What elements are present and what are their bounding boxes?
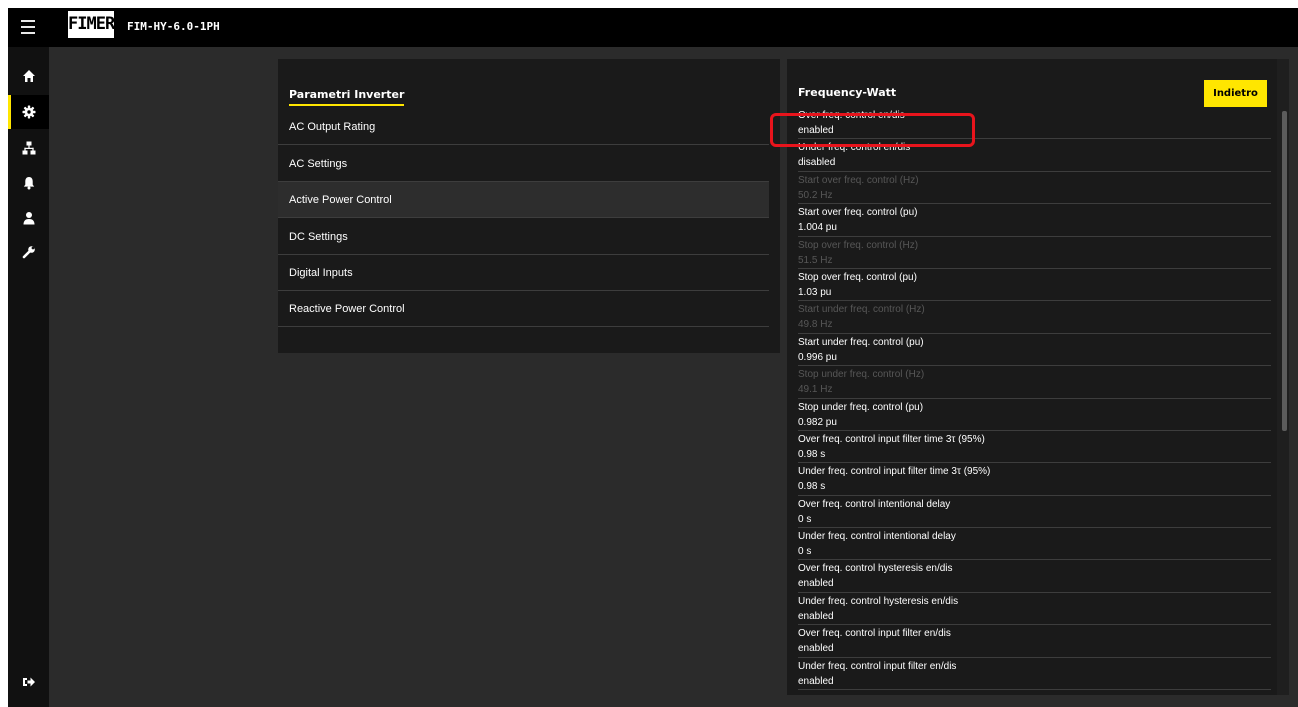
parameter-label: Stop under freq. control (Hz) [798, 369, 925, 381]
param-item-dc-settings[interactable]: DC Settings [278, 219, 769, 255]
user-icon [23, 212, 34, 225]
parameter-row[interactable]: Under freq. control input filter time 3τ… [798, 463, 1271, 496]
parameter-list: Over freq. control en/dis enabled Under fr… [798, 107, 1271, 691]
parameter-row[interactable]: Over freq. control hysteresis en/dis enab… [798, 560, 1271, 593]
fimer-logo: FIMER [68, 11, 115, 38]
parameter-row[interactable]: Start over freq. control (pu) 1.004 pu [798, 204, 1271, 237]
sidebar-item-tools[interactable] [8, 235, 49, 269]
sidebar-item-home[interactable] [8, 59, 49, 93]
parameter-label: Over freq. control hysteresis en/dis [798, 563, 953, 575]
back-button[interactable]: Indietro [1204, 80, 1267, 107]
parameter-value: 1.03 pu [798, 286, 832, 298]
parameter-label: Under freq. control hysteresis en/dis [798, 595, 959, 607]
param-item-ac-output-rating[interactable]: AC Output Rating [278, 109, 769, 145]
parameter-label: Stop under freq. control (pu) [798, 401, 924, 413]
parameter-label: Start under freq. control (Hz) [798, 304, 925, 316]
parameter-label: Over freq. control intentional delay [798, 498, 951, 510]
frequency-watt-panel: Frequency-Watt Indietro Over freq. contr… [787, 59, 1289, 695]
parameter-value: 0.982 pu [798, 416, 837, 428]
wrench-icon [22, 246, 35, 259]
parameter-label: Stop over freq. control (Hz) [798, 239, 919, 251]
highlight-annotation [770, 113, 975, 147]
parameter-value: enabled [798, 643, 834, 655]
parameter-value: 0 s [798, 546, 812, 558]
parameter-value: 0.98 s [798, 481, 826, 493]
parameter-row[interactable]: Over freq. control intentional delay 0 s [798, 496, 1271, 529]
param-item-reactive-power-control[interactable]: Reactive Power Control [278, 291, 769, 327]
param-item-active-power-control[interactable]: Active Power Control [278, 182, 769, 218]
sidebar-item-user[interactable] [8, 201, 49, 235]
parameter-row[interactable]: Over freq. control input filter time 3τ … [798, 431, 1271, 464]
parameter-value: 1.004 pu [798, 222, 837, 234]
sidebar-item-notifications[interactable] [8, 166, 49, 200]
sidebar-item-network[interactable] [8, 131, 49, 165]
parameter-value: 49.1 Hz [798, 384, 833, 396]
parameter-value: 49.8 Hz [798, 319, 833, 331]
home-icon [22, 70, 35, 82]
parameter-label: Start under freq. control (pu) [798, 336, 924, 348]
panel-title: Frequency-Watt [798, 86, 897, 99]
parameter-label: Under freq. control input filter en/dis [798, 660, 957, 672]
parameter-row[interactable]: Stop under freq. control (pu) 0.982 pu [798, 399, 1271, 431]
parameter-label: Under freq. control intentional delay [798, 531, 956, 543]
logout-icon [22, 677, 35, 687]
parameter-label: Over freq. control input filter time 3τ … [798, 433, 985, 445]
parameter-value: 0.98 s [798, 448, 826, 460]
app-window: FIMER FIM-HY-6.0-1PH Parametri Inverter … [8, 8, 1298, 707]
parameter-label: Start over freq. control (Hz) [798, 174, 919, 186]
param-item-digital-inputs[interactable]: Digital Inputs [278, 255, 769, 291]
parameter-row[interactable]: Stop over freq. control (pu) 1.03 pu [798, 269, 1271, 302]
inverter-parameters-panel: Parametri Inverter AC Output Rating AC S… [278, 59, 780, 353]
parameter-row[interactable]: Over freq. control input filter en/dis en… [798, 625, 1271, 658]
parameter-row[interactable]: Start under freq. control (Hz) 49.8 Hz [798, 301, 1271, 334]
scrollbar-thumb[interactable] [1282, 111, 1287, 431]
parameter-label: Stop over freq. control (pu) [798, 271, 917, 283]
parameter-row[interactable]: Start under freq. control (pu) 0.996 pu [798, 334, 1271, 367]
scrollbar[interactable] [1277, 59, 1289, 695]
parameter-row[interactable]: Stop under freq. control (Hz) 49.1 Hz [798, 366, 1271, 399]
parameter-value: disabled [798, 157, 836, 169]
parameter-value: enabled [798, 675, 834, 687]
network-icon [22, 141, 35, 155]
parameter-value: enabled [798, 578, 834, 590]
sidebar-item-settings[interactable] [8, 95, 49, 129]
parameter-row[interactable]: Under freq. control input filter en/dis e… [798, 658, 1271, 691]
param-item-ac-settings[interactable]: AC Settings [278, 146, 769, 182]
parameter-label: Start over freq. control (pu) [798, 207, 918, 219]
panel-title: Parametri Inverter [289, 88, 405, 106]
parameter-value: 50.2 Hz [798, 189, 833, 201]
sidebar [8, 47, 49, 707]
gear-icon [22, 105, 35, 119]
parameter-row[interactable]: Stop over freq. control (Hz) 51.5 Hz [798, 237, 1271, 269]
parameter-label: Over freq. control input filter en/dis [798, 628, 951, 640]
bell-icon [23, 177, 34, 190]
parameter-value: 0.996 pu [798, 351, 837, 363]
parameter-row[interactable]: Start over freq. control (Hz) 50.2 Hz [798, 172, 1271, 205]
parameter-value: 0 s [798, 513, 812, 525]
device-name: FIM-HY-6.0-1PH [127, 20, 220, 33]
menu-icon[interactable] [21, 20, 35, 34]
logout-button[interactable] [8, 665, 49, 699]
parameter-value: enabled [798, 610, 834, 622]
parameter-value: 51.5 Hz [798, 254, 833, 266]
parameter-row[interactable]: Under freq. control intentional delay 0 s [798, 528, 1271, 561]
parameter-label: Under freq. control input filter time 3τ… [798, 466, 991, 478]
parameter-row[interactable]: Under freq. control hysteresis en/dis ena… [798, 593, 1271, 626]
top-bar: FIMER FIM-HY-6.0-1PH [8, 8, 1298, 47]
